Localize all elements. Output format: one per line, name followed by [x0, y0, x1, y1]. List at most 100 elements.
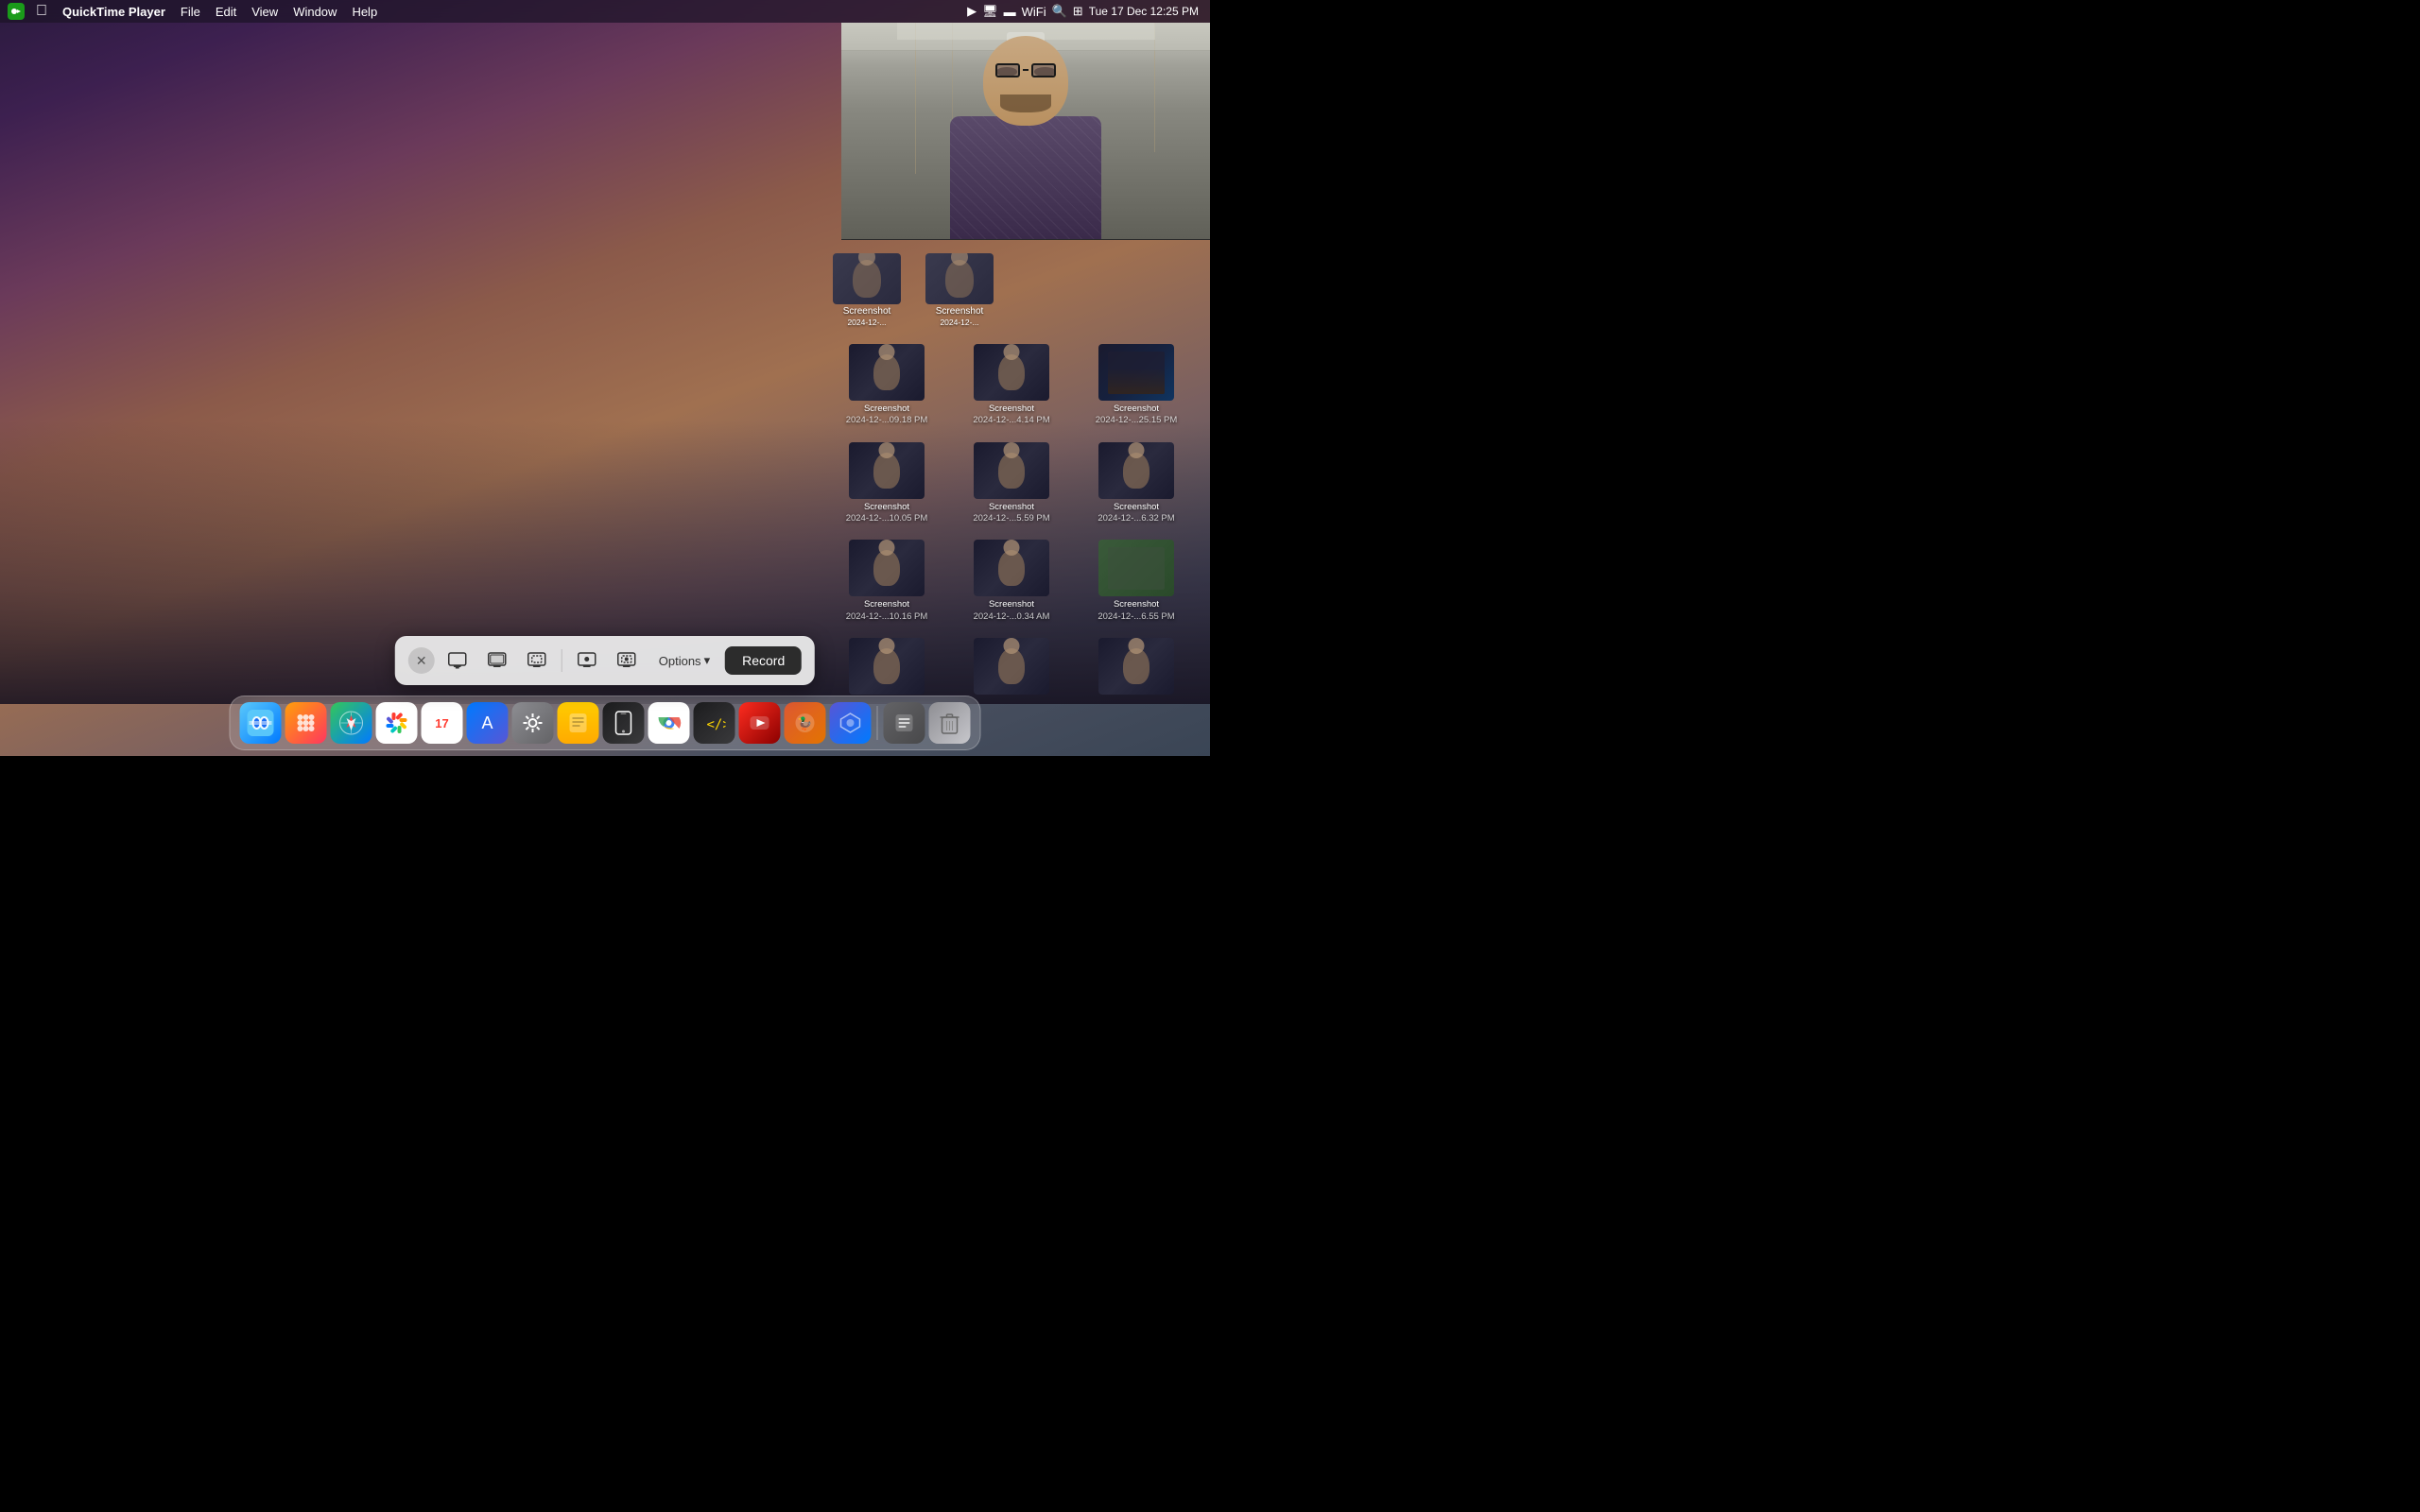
edit-menu[interactable]: Edit: [208, 3, 244, 21]
launchpad-icon: [294, 711, 319, 735]
screenshot-date-6: 2024-12-...6.32 PM: [1098, 513, 1174, 524]
capture-full-screen-button[interactable]: [441, 644, 475, 678]
window-menu[interactable]: Window: [285, 3, 344, 21]
camera-feed: [841, 23, 1210, 239]
screenshot-item-9[interactable]: Screenshot 2024-12-...6.55 PM: [1078, 536, 1195, 627]
wifi-icon[interactable]: WiFi: [1022, 5, 1046, 19]
record-button[interactable]: Record: [725, 646, 802, 675]
svg-text:</>: </>: [707, 717, 726, 732]
screenshot-thumb-9: [1098, 540, 1174, 596]
arcade-icon: [839, 712, 862, 734]
partial-thumb-2: [925, 253, 994, 304]
options-label: Options: [659, 654, 701, 668]
screenshot-thumb-6: [1098, 442, 1174, 499]
dock-item-appstore[interactable]: A: [467, 702, 509, 744]
scriptable-icon: </>: [703, 712, 726, 734]
dock-item-files[interactable]: [884, 702, 925, 744]
person-head: [983, 36, 1068, 126]
apple-menu[interactable]: : [28, 1, 55, 22]
glasses: [988, 63, 1064, 77]
screenshot-label-4: Screenshot: [864, 502, 909, 513]
screenshots-grid: Screenshot 2024-12-...09.18 PM Screensho…: [821, 336, 1202, 695]
battery-icon[interactable]: ▬: [1004, 5, 1016, 19]
record-full-screen-button[interactable]: [570, 644, 604, 678]
notes-icon: [567, 712, 590, 734]
screenshot-item-6[interactable]: Screenshot 2024-12-...6.32 PM: [1078, 438, 1195, 529]
dock-item-duckduckgo[interactable]: 🦆: [785, 702, 826, 744]
view-menu[interactable]: View: [244, 3, 285, 21]
screenshot-date-7: 2024-12-...10.16 PM: [846, 611, 928, 623]
monitor-icon[interactable]: 🖥: [982, 4, 998, 19]
screenshot-item-10[interactable]: Screenshot 2024-12-...11.17 PM: [828, 634, 945, 695]
dock-item-notes[interactable]: [558, 702, 599, 744]
capture-window-button[interactable]: [480, 644, 514, 678]
screenshot-item-11[interactable]: Screenshot 2024-12-...0.54 AM: [953, 634, 1070, 695]
screenshot-item-2[interactable]: Screenshot 2024-12-...4.14 PM: [953, 340, 1070, 431]
camera-recording-indicator: [8, 3, 25, 20]
screenshot-item-3[interactable]: Screenshot 2024-12-...25.15 PM: [1078, 340, 1195, 431]
partial-item-1[interactable]: Screenshot2024-12-...: [824, 253, 909, 329]
partial-item-label-2: Screenshot2024-12-...: [936, 306, 984, 329]
screenshot-date-8: 2024-12-...0.34 AM: [974, 611, 1050, 623]
dock-separator: [877, 706, 878, 740]
trash-icon: [939, 711, 961, 735]
dock-item-scriptable[interactable]: </>: [694, 702, 735, 744]
capture-portion-button[interactable]: [520, 644, 554, 678]
file-menu[interactable]: File: [173, 3, 208, 21]
files-icon: [893, 712, 916, 734]
screen-portion-icon: [527, 650, 547, 671]
dock-item-calendar[interactable]: 17: [422, 702, 463, 744]
close-button[interactable]: ✕: [408, 647, 435, 674]
screenshot-item-8[interactable]: Screenshot 2024-12-...0.34 AM: [953, 536, 1070, 627]
iphone-icon: [614, 711, 634, 735]
safari-icon: [339, 711, 364, 735]
search-icon[interactable]: 🔍: [1052, 4, 1067, 19]
screenshot-thumb-2: [974, 344, 1049, 401]
calendar-date-icon: 17: [435, 716, 448, 730]
screen-full-icon: [447, 650, 468, 671]
dock-item-arcade[interactable]: [830, 702, 872, 744]
dock-item-settings[interactable]: [512, 702, 554, 744]
dock-item-finder[interactable]: [240, 702, 282, 744]
partial-item-label-1: Screenshot2024-12-...: [843, 306, 891, 329]
screenshot-label-9: Screenshot: [1114, 599, 1159, 610]
screenshot-label-6: Screenshot: [1114, 502, 1159, 513]
dock-item-launchpad[interactable]: [285, 702, 327, 744]
partial-thumb-1: [833, 253, 901, 304]
screenshot-item-7[interactable]: Screenshot 2024-12-...10.16 PM: [828, 536, 945, 627]
screenshot-date-3: 2024-12-...25.15 PM: [1096, 415, 1178, 426]
screenshot-item-12[interactable]: Screenshot 2024-12-...27.08 PM: [1078, 634, 1195, 695]
dock-item-chrome[interactable]: [648, 702, 690, 744]
help-menu[interactable]: Help: [344, 3, 385, 21]
screenshot-date-4: 2024-12-...10.05 PM: [846, 513, 928, 524]
beard: [1000, 94, 1051, 112]
dock-item-iphone-mirroring[interactable]: [603, 702, 645, 744]
screenshot-toolbar: ✕: [395, 636, 815, 685]
screenshot-item-5[interactable]: Screenshot 2024-12-...5.59 PM: [953, 438, 1070, 529]
menubar-left:  QuickTime Player File Edit View Window…: [0, 1, 385, 22]
screenshot-thumb-5: [974, 442, 1049, 499]
screenshot-date-2: 2024-12-...4.14 PM: [973, 415, 1049, 426]
menubar:  QuickTime Player File Edit View Window…: [0, 0, 1210, 23]
svg-text:A: A: [481, 713, 493, 732]
screenshot-label-2: Screenshot: [989, 404, 1034, 415]
camera-person: [931, 41, 1120, 239]
dock-item-safari[interactable]: [331, 702, 372, 744]
record-label: Record: [742, 653, 785, 668]
record-portion-button[interactable]: [610, 644, 644, 678]
dock-item-trash[interactable]: [929, 702, 971, 744]
record-full-icon: [577, 650, 597, 671]
screenshot-date-5: 2024-12-...5.59 PM: [973, 513, 1049, 524]
partial-item-2[interactable]: Screenshot2024-12-...: [917, 253, 1002, 329]
screenshot-thumb-1: [849, 344, 925, 401]
control-center-icon[interactable]: ⊞: [1073, 4, 1083, 19]
screenshot-item-4[interactable]: Screenshot 2024-12-...10.05 PM: [828, 438, 945, 529]
play-icon[interactable]: ▶: [967, 4, 977, 19]
screenshot-label-3: Screenshot: [1114, 404, 1159, 415]
record-portion-icon: [616, 650, 637, 671]
app-name-menu[interactable]: QuickTime Player: [55, 3, 173, 21]
dock-item-photos[interactable]: [376, 702, 418, 744]
options-button[interactable]: Options ▾: [649, 647, 719, 674]
screenshot-item-1[interactable]: Screenshot 2024-12-...09.18 PM: [828, 340, 945, 431]
dock-item-pockettube[interactable]: [739, 702, 781, 744]
